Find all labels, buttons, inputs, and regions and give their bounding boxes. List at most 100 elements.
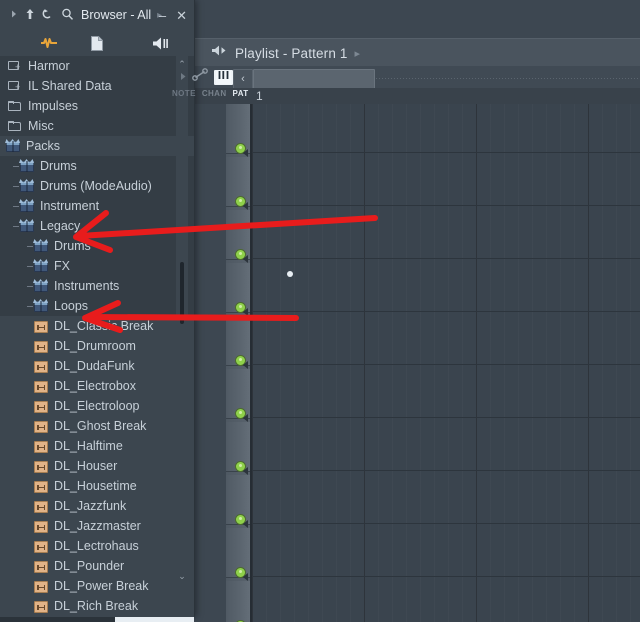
track-collapse-arrow-icon[interactable]: [243, 255, 248, 263]
browser-item-label: DL_Drumroom: [54, 339, 136, 353]
browser-item[interactable]: DL_Classic Break: [0, 316, 194, 336]
folder-shortcut-icon: [8, 59, 22, 73]
audio-clip-icon: [34, 540, 48, 553]
arrow-tool-icon[interactable]: [180, 68, 187, 86]
audio-clip-icon: [34, 380, 48, 393]
speaker-icon[interactable]: [150, 32, 172, 54]
folder-shortcut-icon: [8, 79, 22, 93]
browser-panel: Browser - All ▸ – ✕ + Harmor + IL Shared…: [0, 0, 195, 617]
browser-item[interactable]: DL_Power Break⌄: [0, 576, 194, 596]
playlist-grid[interactable]: [250, 104, 640, 622]
browser-item[interactable]: Instruments: [0, 276, 194, 296]
browser-item[interactable]: Instrument: [0, 196, 194, 216]
pack-icon: [20, 161, 34, 172]
browser-item-label: Drums: [40, 159, 77, 173]
browser-item[interactable]: Legacy: [0, 216, 194, 236]
tool-tab-pat[interactable]: PAT: [233, 89, 249, 98]
browser-item[interactable]: DL_Rich Break: [0, 596, 194, 616]
grid-track-divider: [252, 311, 640, 312]
browser-item[interactable]: Drums: [0, 156, 194, 176]
forward-arrow-icon[interactable]: [10, 9, 18, 21]
search-icon[interactable]: [61, 8, 74, 23]
browser-item-label: Drums: [54, 239, 91, 253]
browser-item[interactable]: DL_Halftime: [0, 436, 194, 456]
folder-icon: [8, 119, 22, 133]
up-arrow-icon[interactable]: [25, 8, 35, 22]
pack-icon: [34, 301, 48, 312]
browser-item[interactable]: DL_Ghost Break: [0, 416, 194, 436]
browser-item[interactable]: Drums (ModeAudio): [0, 176, 194, 196]
browser-item-label: DL_Halftime: [54, 439, 123, 453]
browser-item[interactable]: DL_Electroloop: [0, 396, 194, 416]
browser-item-label: DL_Housetime: [54, 479, 137, 493]
tool-tab-group: NOTE CHAN PAT: [172, 66, 254, 106]
browser-item[interactable]: Drums: [0, 236, 194, 256]
audio-clip-icon: [34, 600, 48, 613]
scroll-down-icon[interactable]: ⌄: [176, 570, 188, 582]
browser-item-label: IL Shared Data: [28, 79, 112, 93]
hint-display[interactable]: [253, 69, 375, 90]
close-button[interactable]: ✕: [176, 9, 187, 22]
undo-icon[interactable]: [42, 8, 54, 22]
minimize-button[interactable]: –: [159, 9, 166, 22]
browser-item[interactable]: DL_Houser: [0, 456, 194, 476]
slide-tool-icon[interactable]: [192, 68, 209, 86]
browser-item[interactable]: Harmor: [0, 56, 194, 76]
track-header[interactable]: [226, 581, 250, 622]
file-icon[interactable]: [86, 32, 108, 54]
browser-item[interactable]: DL_DudaFunk: [0, 356, 194, 376]
browser-item-label: Impulses: [28, 99, 79, 113]
track-collapse-arrow-icon[interactable]: [243, 308, 248, 316]
audio-clip-icon: [34, 480, 48, 493]
mouse-cursor-dot: [287, 271, 293, 277]
piano-roll-icon[interactable]: [214, 69, 233, 85]
browser-item[interactable]: DL_Jazzmaster: [0, 516, 194, 536]
browser-item-label: DL_Electroloop: [54, 399, 140, 413]
browser-item[interactable]: DL_Pounder: [0, 556, 194, 576]
browser-item-label: DL_Electrobox: [54, 379, 136, 393]
browser-item-label: DL_Ghost Break: [54, 419, 147, 433]
track-collapse-arrow-icon[interactable]: [243, 414, 248, 422]
track-collapse-arrow-icon[interactable]: [243, 202, 248, 210]
audio-clip-icon: [34, 420, 48, 433]
grid-track-divider: [252, 576, 640, 577]
browser-item[interactable]: DL_Electrobox: [0, 376, 194, 396]
browser-item[interactable]: DL_Jazzfunk: [0, 496, 194, 516]
plugin-picker-icon[interactable]: [38, 32, 60, 54]
track-collapse-arrow-icon[interactable]: [243, 467, 248, 475]
pack-icon: [34, 241, 48, 252]
browser-title: Browser - All: [81, 8, 152, 22]
play-menu-icon[interactable]: [211, 44, 227, 62]
track-collapse-arrow-icon[interactable]: [243, 361, 248, 369]
track-collapse-arrow-icon[interactable]: [243, 573, 248, 581]
audio-clip-icon: [34, 460, 48, 473]
browser-tree[interactable]: Harmor IL Shared Data Impulses Misc Packs⌄ Dr…: [0, 56, 194, 617]
browser-item[interactable]: IL Shared Data: [0, 76, 194, 96]
browser-item[interactable]: DL_Drumroom: [0, 336, 194, 356]
browser-titlebar[interactable]: Browser - All ▸ – ✕: [0, 0, 194, 30]
playlist-title-chevron-icon[interactable]: ▸: [355, 47, 361, 60]
browser-item[interactable]: DL_Lectrohaus: [0, 536, 194, 556]
pack-icon: [34, 281, 48, 292]
browser-item[interactable]: FX: [0, 256, 194, 276]
window-bottom-highlight: [115, 617, 194, 622]
tool-tab-chan[interactable]: CHAN: [202, 89, 227, 98]
audio-clip-icon: [34, 560, 48, 573]
browser-item[interactable]: DL_Housetime: [0, 476, 194, 496]
tree-connector: [13, 186, 19, 187]
audio-clip-icon: [34, 500, 48, 513]
track-collapse-arrow-icon[interactable]: [243, 149, 248, 157]
browser-item[interactable]: Misc: [0, 116, 194, 136]
browser-scrollbar[interactable]: [176, 56, 188, 617]
toolbar-divider: [376, 78, 640, 79]
browser-item[interactable]: Impulses: [0, 96, 194, 116]
browser-item-label: Harmor: [28, 59, 70, 73]
tree-connector: [13, 226, 19, 227]
audio-clip-icon: [34, 520, 48, 533]
tool-tab-note[interactable]: NOTE: [172, 89, 196, 98]
browser-item-label: Misc: [28, 119, 54, 133]
browser-item[interactable]: Loops: [0, 296, 194, 316]
browser-item[interactable]: Packs⌄: [0, 136, 194, 156]
track-collapse-arrow-icon[interactable]: [243, 520, 248, 528]
browser-scroll-thumb[interactable]: [180, 262, 184, 324]
